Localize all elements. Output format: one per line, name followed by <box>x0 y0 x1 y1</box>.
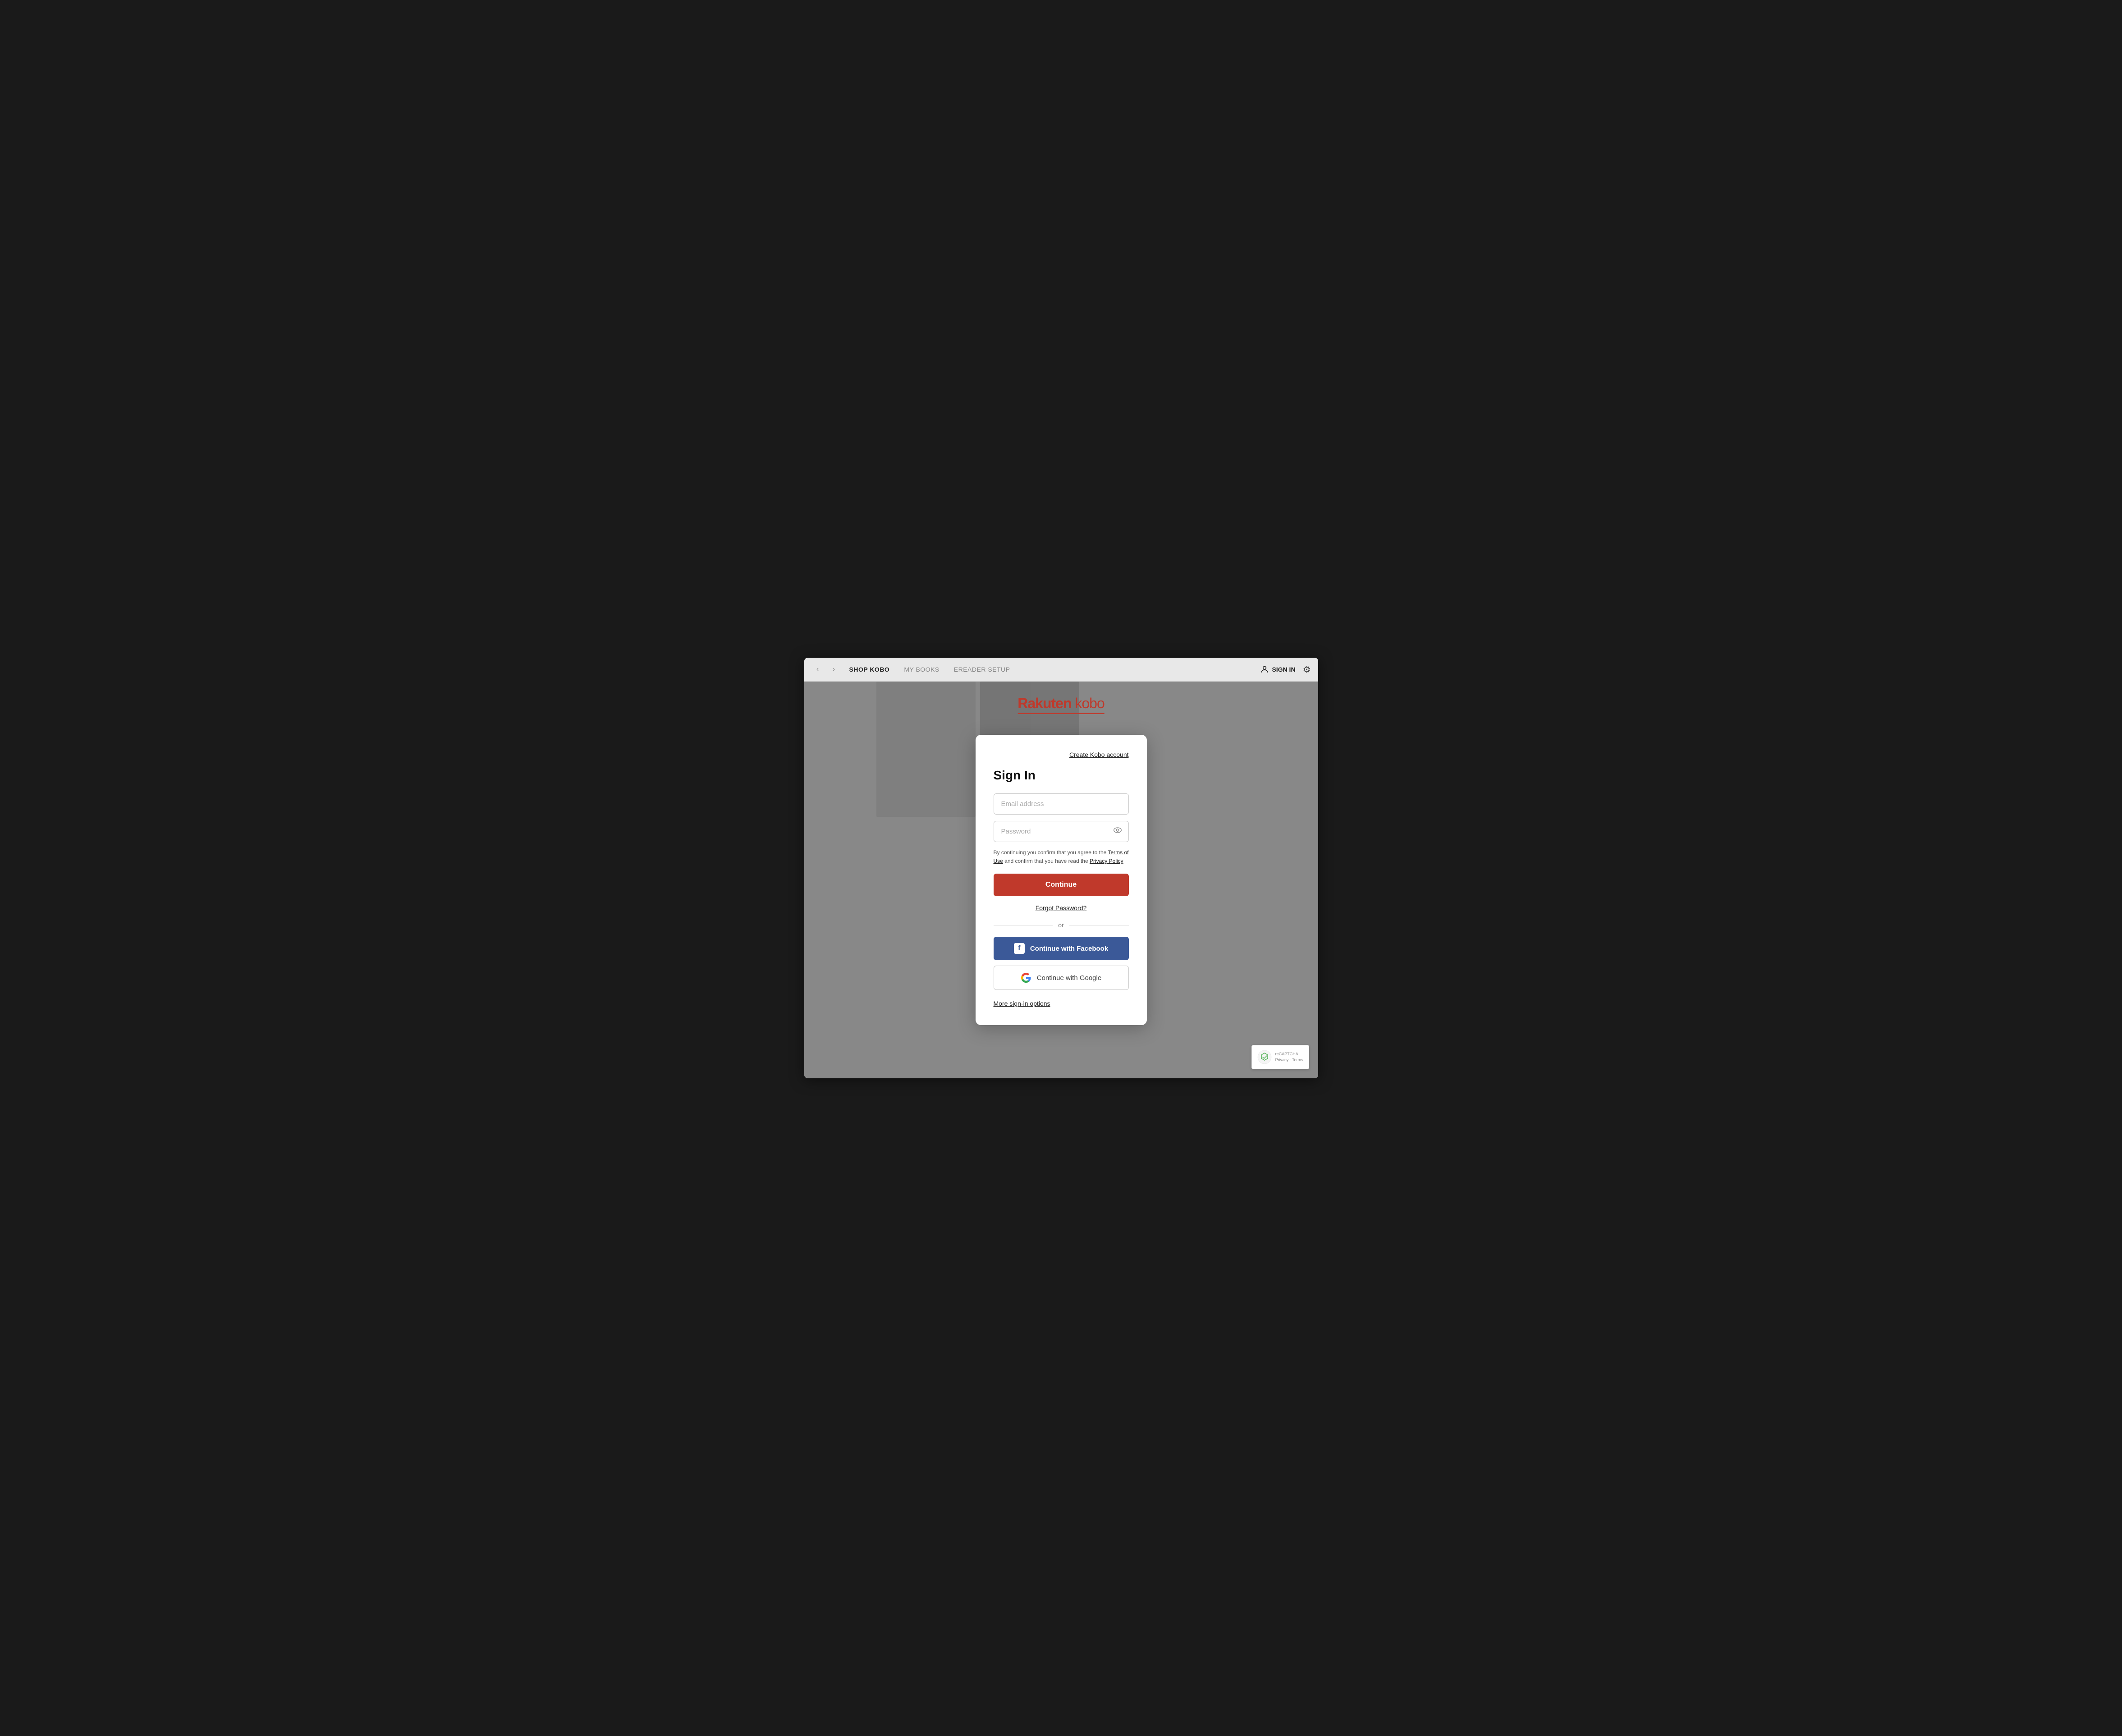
back-button[interactable]: ‹ <box>811 663 824 676</box>
facebook-signin-button[interactable]: f Continue with Facebook <box>994 937 1129 960</box>
user-icon <box>1260 665 1269 674</box>
forward-button[interactable]: › <box>828 663 840 676</box>
password-field[interactable] <box>994 821 1129 842</box>
divider: or <box>994 921 1129 929</box>
facebook-btn-label: Continue with Facebook <box>1030 945 1108 953</box>
browser-window: ‹ › SHOP KOBO MY BOOKS EREADER SETUP SIG… <box>804 658 1318 1078</box>
recaptcha-text: reCAPTCHA Privacy - Terms <box>1275 1051 1303 1063</box>
toolbar-right: SIGN IN ⚙ <box>1260 664 1311 675</box>
nav-my-books[interactable]: MY BOOKS <box>904 666 939 673</box>
sign-in-modal: Create Kobo account Sign In <box>976 735 1147 1025</box>
forgot-password-link[interactable]: Forgot Password? <box>994 904 1129 912</box>
page-content: Rakuten kobo Create Kobo account Sign In <box>804 682 1318 1078</box>
nav-shop-kobo[interactable]: SHOP KOBO <box>849 666 890 673</box>
recaptcha-links[interactable]: Privacy - Terms <box>1275 1057 1303 1063</box>
gear-icon[interactable]: ⚙ <box>1303 664 1311 675</box>
nav-ereader-setup[interactable]: EREADER SETUP <box>954 666 1010 673</box>
terms-text-1: By continuing you confirm that you agree… <box>994 849 1108 856</box>
google-signin-button[interactable]: Continue with Google <box>994 966 1129 990</box>
browser-toolbar: ‹ › SHOP KOBO MY BOOKS EREADER SETUP SIG… <box>804 658 1318 682</box>
facebook-icon: f <box>1014 943 1025 954</box>
terms-text-2: and confirm that you have read the <box>1003 858 1090 864</box>
modal-title: Sign In <box>994 768 1129 783</box>
create-account-link[interactable]: Create Kobo account <box>1069 751 1129 758</box>
password-wrapper <box>994 821 1129 842</box>
continue-button[interactable]: Continue <box>994 874 1129 896</box>
recaptcha-logo <box>1257 1050 1272 1064</box>
google-icon <box>1021 972 1031 983</box>
password-toggle-icon[interactable] <box>1113 825 1123 838</box>
sign-in-link[interactable]: SIGN IN <box>1260 665 1295 674</box>
sign-in-label: SIGN IN <box>1272 666 1295 673</box>
more-signin-options-link[interactable]: More sign-in options <box>994 1000 1129 1007</box>
browser-nav: ‹ › <box>811 663 840 676</box>
modal-overlay: Create Kobo account Sign In <box>804 682 1318 1078</box>
privacy-policy-link[interactable]: Privacy Policy <box>1090 858 1123 864</box>
email-field[interactable] <box>994 793 1129 815</box>
terms-text: By continuing you confirm that you agree… <box>994 848 1129 866</box>
recaptcha-badge: reCAPTCHA Privacy - Terms <box>1251 1045 1309 1069</box>
site-nav: SHOP KOBO MY BOOKS EREADER SETUP <box>849 666 1251 673</box>
divider-or-text: or <box>1058 921 1063 929</box>
create-account-section: Create Kobo account <box>994 751 1129 759</box>
google-btn-label: Continue with Google <box>1037 974 1101 982</box>
